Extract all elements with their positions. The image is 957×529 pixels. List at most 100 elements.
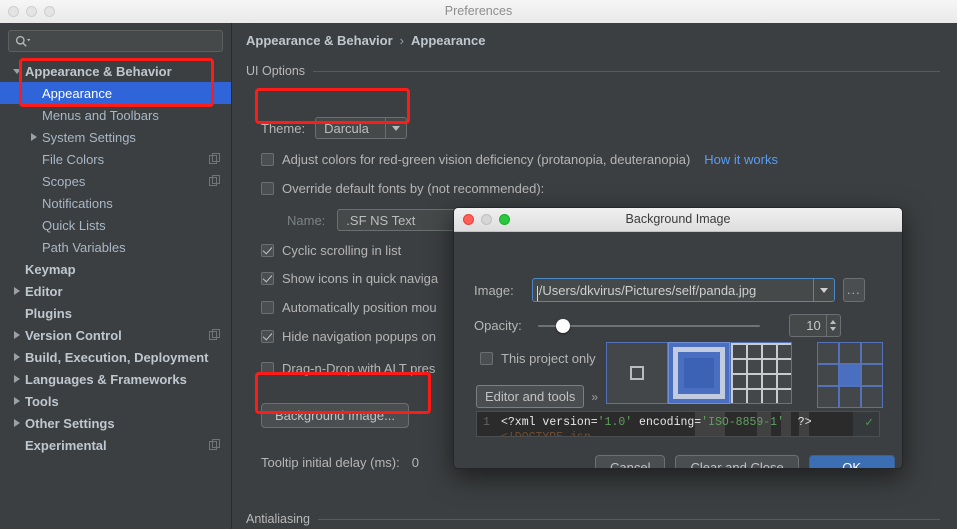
image-path-value: /Users/dkvirus/Pictures/self/panda.jpg <box>533 283 813 301</box>
tooltip-delay-row: Tooltip initial delay (ms): 0 <box>261 455 419 470</box>
image-path-input[interactable]: /Users/dkvirus/Pictures/self/panda.jpg <box>531 278 835 302</box>
sidebar-item-languages-frameworks[interactable]: Languages & Frameworks <box>0 368 231 390</box>
anchor-top-center[interactable] <box>839 342 861 364</box>
chevron-right-icon[interactable] <box>25 133 42 141</box>
code-preview: 1 <?xml version='1.0' encoding='ISO-8859… <box>476 411 880 437</box>
fill-mode-previews[interactable] <box>606 342 792 404</box>
group-antialiasing: Antialiasing <box>246 512 940 526</box>
anchor-top-left[interactable] <box>817 342 839 364</box>
sidebar-item-keymap[interactable]: Keymap <box>0 258 231 280</box>
copy-settings-icon[interactable] <box>209 439 220 450</box>
dialog-titlebar: Background Image <box>454 208 902 232</box>
sidebar-item-plugins[interactable]: Plugins <box>0 302 231 324</box>
spinner-buttons[interactable] <box>825 315 840 336</box>
copy-settings-icon[interactable] <box>209 329 220 340</box>
scope-chevron-icon[interactable]: » <box>591 390 598 404</box>
search-container <box>0 23 231 52</box>
sidebar-item-other-settings[interactable]: Other Settings <box>0 412 231 434</box>
group-ui-options: UI Options <box>246 64 940 78</box>
anchor-grid[interactable] <box>817 342 883 408</box>
breadcrumb-parent[interactable]: Appearance & Behavior <box>246 33 393 48</box>
checkbox-label: Adjust colors for red-green vision defic… <box>282 152 691 167</box>
fill-mode-scale[interactable] <box>668 342 730 404</box>
copy-settings-icon[interactable] <box>209 175 220 186</box>
dialog-title: Background Image <box>625 212 731 226</box>
checkbox-this-project-only[interactable] <box>480 352 493 365</box>
background-image-dialog: Background Image Image: /Users/dkvirus/P… <box>453 207 903 469</box>
chevron-down-icon[interactable] <box>812 279 834 301</box>
checkbox-label: Cyclic scrolling in list <box>282 243 402 258</box>
anchor-middle-center[interactable] <box>839 364 861 386</box>
code-line-2: <!DOCTYPE jsp <box>501 431 591 436</box>
sidebar-item-quick-lists[interactable]: Quick Lists <box>0 214 231 236</box>
chevron-right-icon[interactable] <box>8 419 25 427</box>
image-label: Image: <box>474 282 514 298</box>
chevron-right-icon[interactable] <box>8 287 25 295</box>
checkbox-row-hide-navigation-popups[interactable]: Hide navigation popups on <box>261 329 436 344</box>
scope-button[interactable]: Editor and tools <box>476 385 585 408</box>
breadcrumb: Appearance & Behavior › Appearance <box>246 33 485 48</box>
highlight-sidebar-appearance <box>19 58 214 107</box>
settings-tree[interactable]: Appearance & Behavior Appearance Menus and… <box>0 60 231 456</box>
chevron-right-icon[interactable] <box>8 353 25 361</box>
search-input[interactable] <box>8 30 223 52</box>
chevron-right-icon[interactable] <box>8 331 25 339</box>
checkbox-row-override-fonts[interactable]: Override default fonts by (not recommend… <box>261 181 544 196</box>
sidebar-item-label: Path Variables <box>42 239 126 255</box>
checkbox-row-auto-position-mouse[interactable]: Automatically position mou <box>261 300 437 315</box>
sidebar-item-tools[interactable]: Tools <box>0 390 231 412</box>
anchor-top-right[interactable] <box>861 342 883 364</box>
slider-knob[interactable] <box>555 318 570 333</box>
tooltip-delay-value[interactable]: 0 <box>412 455 419 470</box>
checkbox-adjust-colors[interactable] <box>261 153 274 166</box>
opacity-spinner[interactable]: 10 <box>788 314 841 337</box>
sidebar-item-menus-and-toolbars[interactable]: Menus and Toolbars <box>0 104 231 126</box>
checkbox-row-cyclic-scrolling[interactable]: Cyclic scrolling in list <box>261 243 401 258</box>
spinner-up-icon[interactable] <box>830 320 837 324</box>
sidebar-item-path-variables[interactable]: Path Variables <box>0 236 231 258</box>
chevron-right-icon[interactable] <box>8 397 25 405</box>
sidebar-item-build-execution-deployment[interactable]: Build, Execution, Deployment <box>0 346 231 368</box>
checkbox-auto-position-mouse[interactable] <box>261 301 274 314</box>
anchor-middle-left[interactable] <box>817 364 839 386</box>
checkbox-row-adjust-colors[interactable]: Adjust colors for red-green vision defic… <box>261 152 778 167</box>
this-project-only-row[interactable]: This project only <box>480 351 596 366</box>
scope-row: Editor and tools » <box>476 385 598 408</box>
checkbox-cyclic-scrolling[interactable] <box>261 244 274 257</box>
ok-button[interactable]: OK <box>808 455 895 468</box>
spinner-down-icon[interactable] <box>830 327 837 331</box>
sidebar-item-label: Menus and Toolbars <box>42 107 159 123</box>
sidebar-item-notifications[interactable]: Notifications <box>0 192 231 214</box>
fill-mode-tile[interactable] <box>730 342 792 404</box>
anchor-bottom-right[interactable] <box>861 386 883 408</box>
anchor-bottom-left[interactable] <box>817 386 839 408</box>
sidebar-item-editor[interactable]: Editor <box>0 280 231 302</box>
sidebar-item-scopes[interactable]: Scopes <box>0 170 231 192</box>
checkbox-hide-navigation-popups[interactable] <box>261 330 274 343</box>
anchor-middle-right[interactable] <box>861 364 883 386</box>
chevron-right-icon[interactable] <box>8 375 25 383</box>
clear-and-close-button[interactable]: Clear and Close <box>675 455 799 468</box>
sidebar-item-experimental[interactable]: Experimental <box>0 434 231 456</box>
fill-mode-center[interactable] <box>606 342 668 404</box>
sidebar-item-label: System Settings <box>42 129 136 145</box>
checkbox-row-show-icons[interactable]: Show icons in quick naviga <box>261 271 438 286</box>
how-it-works-link[interactable]: How it works <box>704 152 778 167</box>
browse-button[interactable]: ... <box>842 278 865 302</box>
sidebar-item-file-colors[interactable]: File Colors <box>0 148 231 170</box>
sidebar-item-label: Version Control <box>25 327 122 343</box>
sidebar-item-label: Plugins <box>25 305 72 321</box>
breadcrumb-current: Appearance <box>411 33 486 48</box>
checkbox-show-icons[interactable] <box>261 272 274 285</box>
this-project-only-label: This project only <box>501 351 596 366</box>
sidebar-item-version-control[interactable]: Version Control <box>0 324 231 346</box>
highlight-background-image-button <box>255 372 431 414</box>
opacity-slider[interactable] <box>537 318 760 334</box>
sidebar-item-label: Quick Lists <box>42 217 106 233</box>
sidebar-item-label: Tools <box>25 393 59 409</box>
anchor-bottom-center[interactable] <box>839 386 861 408</box>
checkbox-override-fonts[interactable] <box>261 182 274 195</box>
cancel-button[interactable]: Cancel <box>595 455 666 468</box>
copy-settings-icon[interactable] <box>209 153 220 164</box>
sidebar-item-system-settings[interactable]: System Settings <box>0 126 231 148</box>
